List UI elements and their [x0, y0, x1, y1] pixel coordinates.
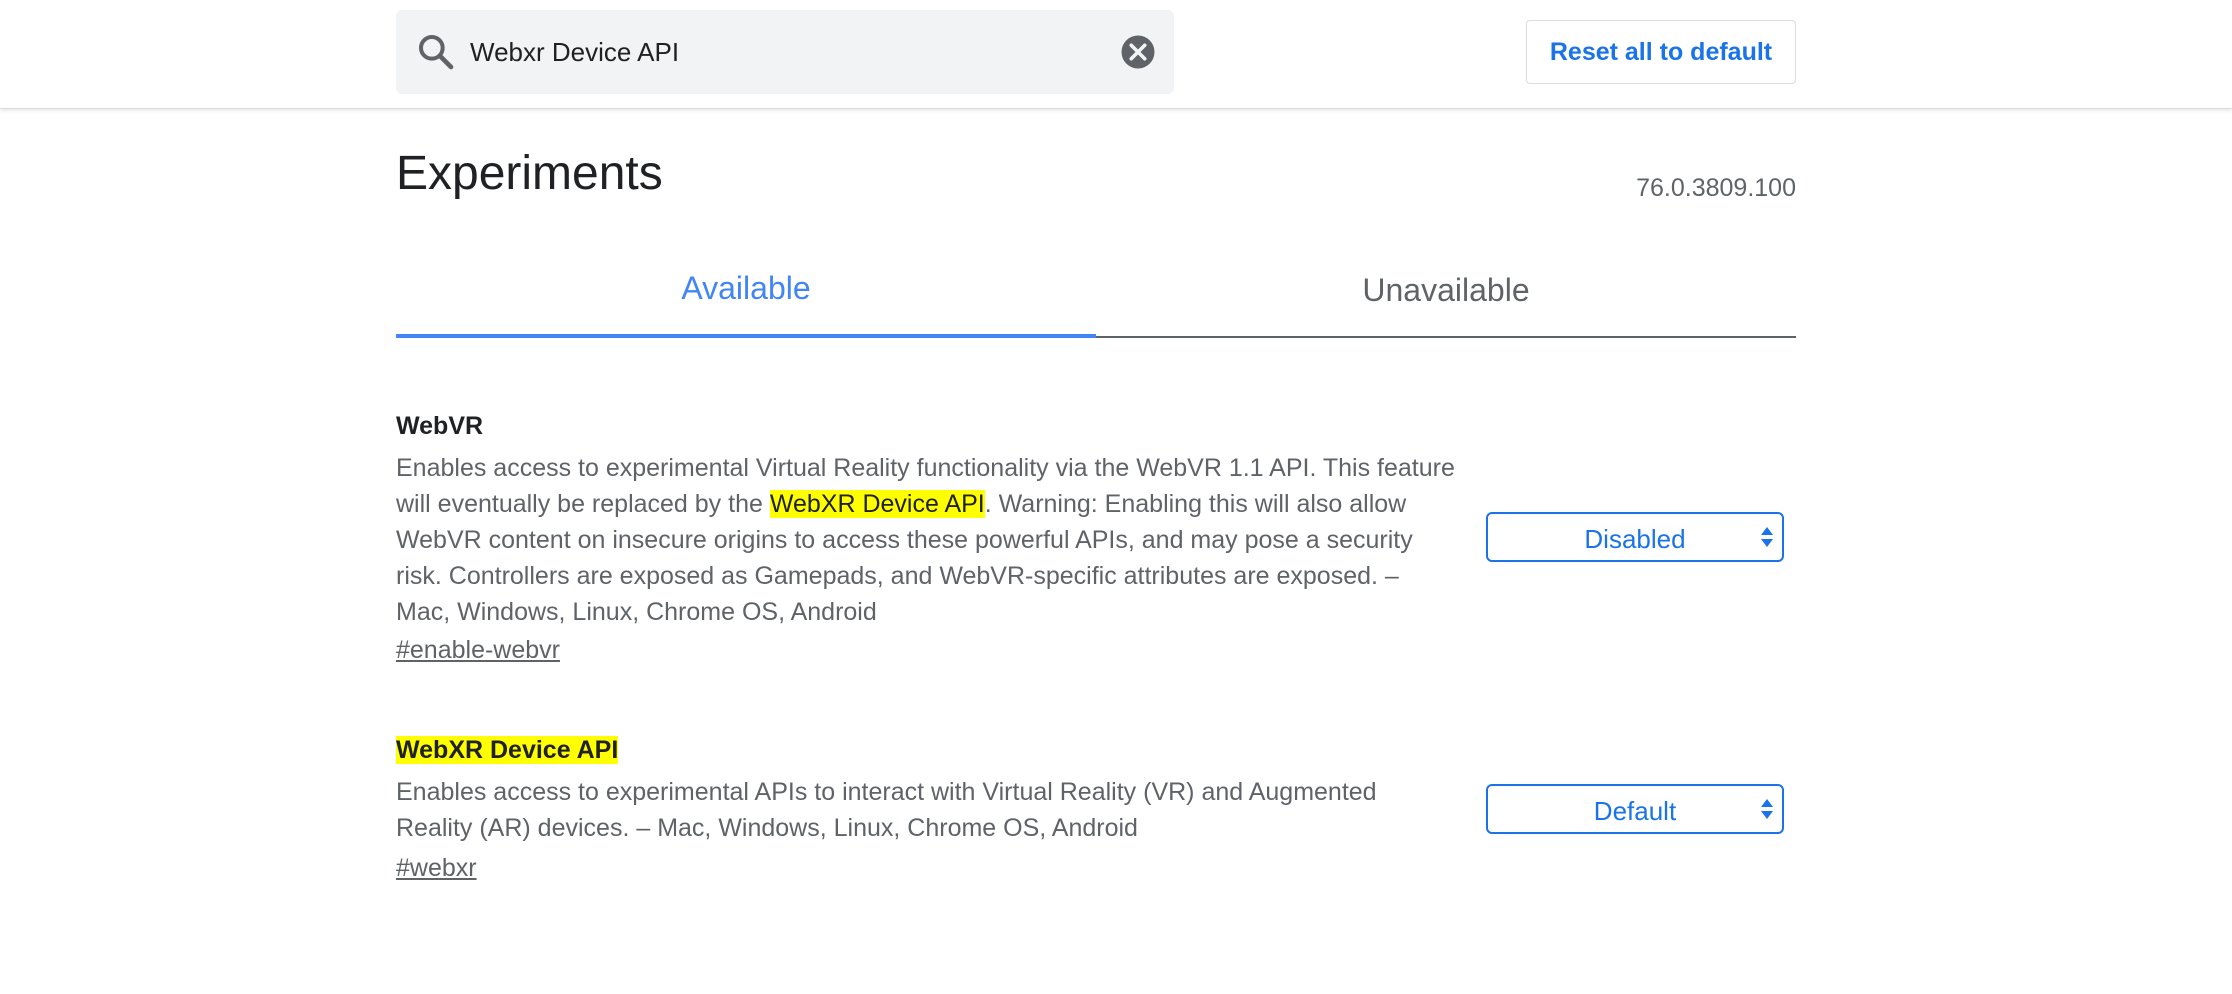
header-bar: Reset all to default	[0, 0, 2232, 109]
search-highlight: WebXR Device API	[769, 490, 985, 518]
page-title: Experiments	[396, 147, 663, 200]
experiment-title: WebVR	[396, 412, 484, 440]
experiment-webvr: WebVR Enables access to experimental Vir…	[396, 412, 1796, 672]
select-value: Disabled	[1584, 524, 1686, 554]
experiment-description: Enables access to experimental Virtual R…	[396, 450, 1456, 630]
tab-unavailable[interactable]: Unavailable	[1096, 250, 1796, 338]
reset-all-button[interactable]: Reset all to default	[1526, 20, 1796, 84]
select-value: Default	[1593, 796, 1677, 826]
search-input[interactable]	[470, 10, 1090, 94]
search-icon	[419, 35, 454, 70]
select-arrows-icon	[1761, 799, 1773, 819]
experiment-description: Enables access to experimental APIs to i…	[396, 778, 1377, 842]
experiment-permalink[interactable]: #webxr	[396, 854, 477, 883]
experiment-webxr: WebXR Device API Enables access to exper…	[396, 736, 1796, 886]
tab-bar: Available Unavailable	[396, 250, 1796, 338]
experiment-state-select[interactable]: Default	[1486, 784, 1784, 834]
search-highlight: WebXR Device API	[396, 736, 619, 764]
tab-available[interactable]: Available	[396, 250, 1096, 338]
experiment-state-select[interactable]: Disabled	[1486, 512, 1784, 562]
select-arrows-icon	[1761, 527, 1773, 547]
experiment-permalink[interactable]: #enable-webvr	[396, 636, 560, 665]
version-label: 76.0.3809.100	[1636, 174, 1796, 202]
clear-icon[interactable]	[1120, 34, 1156, 70]
experiment-title: WebXR Device API	[396, 736, 619, 765]
search-box[interactable]	[396, 10, 1174, 94]
